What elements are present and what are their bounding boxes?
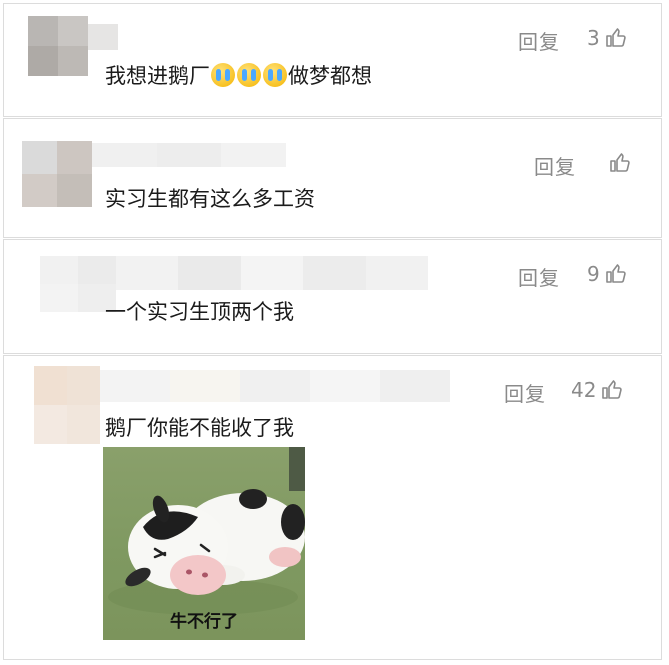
reply-button[interactable]: 回复	[504, 378, 546, 407]
meme-image[interactable]: 牛不行了	[103, 447, 305, 640]
like-count: 42	[571, 378, 597, 402]
username-blurred[interactable]	[92, 143, 287, 167]
comment-card: 回复 9 一个实习生顶两个我	[3, 239, 662, 354]
avatar[interactable]	[22, 141, 92, 207]
comment-card: 回复 实习生都有这么多工资	[3, 118, 662, 238]
meme-caption: 牛不行了	[170, 612, 238, 632]
reply-button[interactable]: 回复	[534, 151, 576, 180]
username-blurred[interactable]	[88, 24, 118, 50]
avatar[interactable]	[28, 16, 88, 76]
comment-card: 回复 42 鹅厂你能不能收了我	[3, 355, 662, 660]
like-count: 3	[587, 26, 600, 50]
thumbs-up-icon	[605, 28, 626, 47]
username-blurred[interactable]	[100, 370, 450, 402]
crying-face-emoji-icon	[263, 63, 287, 87]
crying-face-emoji-icon	[211, 63, 235, 87]
avatar[interactable]	[34, 366, 100, 444]
like-button[interactable]: 42	[571, 378, 624, 402]
comment-text: 我想进鹅厂 做梦都想	[105, 63, 372, 88]
thumbs-up-icon	[610, 153, 630, 172]
username-blurred[interactable]	[116, 256, 429, 290]
thumbs-up-icon	[602, 380, 623, 399]
like-button[interactable]: 3	[587, 26, 628, 50]
like-button[interactable]: 9	[587, 262, 628, 286]
thumbs-up-icon	[605, 264, 626, 283]
comment-text: 一个实习生顶两个我	[105, 300, 294, 324]
reply-button[interactable]: 回复	[518, 262, 560, 291]
comment-card: 回复 3 我想进鹅厂 做梦都想	[3, 3, 662, 117]
crying-face-emoji-icon	[237, 63, 261, 87]
reply-button[interactable]: 回复	[518, 26, 560, 55]
comment-text: 鹅厂你能不能收了我	[105, 416, 294, 440]
like-button[interactable]	[604, 151, 632, 175]
like-count: 9	[587, 262, 600, 286]
comment-text: 实习生都有这么多工资	[105, 187, 315, 211]
